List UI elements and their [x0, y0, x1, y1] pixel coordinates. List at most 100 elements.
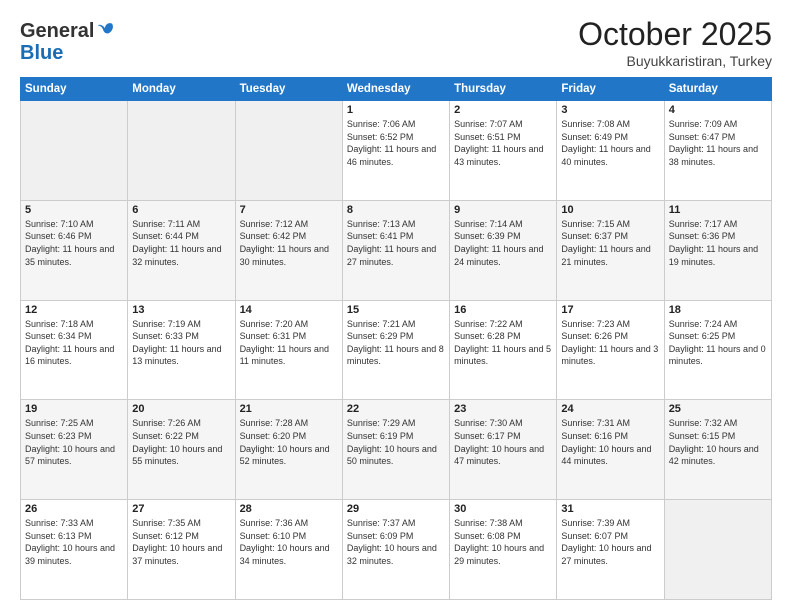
day-info: Sunrise: 7:24 AM Sunset: 6:25 PM Dayligh… — [669, 318, 767, 368]
table-row: 27 Sunrise: 7:35 AM Sunset: 6:12 PM Dayli… — [128, 500, 235, 600]
day-number: 26 — [25, 503, 123, 515]
day-info: Sunrise: 7:15 AM Sunset: 6:37 PM Dayligh… — [561, 218, 659, 268]
table-row: 13 Sunrise: 7:19 AM Sunset: 6:33 PM Dayli… — [128, 300, 235, 400]
table-row: 22 Sunrise: 7:29 AM Sunset: 6:19 PM Dayli… — [342, 400, 449, 500]
col-tuesday: Tuesday — [235, 78, 342, 101]
table-row — [21, 101, 128, 201]
day-info: Sunrise: 7:25 AM Sunset: 6:23 PM Dayligh… — [25, 417, 123, 467]
table-row: 5Sunrise: 7:10 AM Sunset: 6:46 PM Daylig… — [21, 200, 128, 300]
table-row: 28 Sunrise: 7:36 AM Sunset: 6:10 PM Dayli… — [235, 500, 342, 600]
day-info: Sunrise: 7:35 AM Sunset: 6:12 PM Dayligh… — [132, 517, 230, 567]
table-row: 2 Sunrise: 7:07 AM Sunset: 6:51 PM Daylig… — [450, 101, 557, 201]
table-row: 18 Sunrise: 7:24 AM Sunset: 6:25 PM Dayli… — [664, 300, 771, 400]
table-row — [235, 101, 342, 201]
col-wednesday: Wednesday — [342, 78, 449, 101]
day-info: Sunrise: 7:07 AM Sunset: 6:51 PM Dayligh… — [454, 118, 552, 168]
col-saturday: Saturday — [664, 78, 771, 101]
day-number: 28 — [240, 503, 338, 515]
day-number: 14 — [240, 304, 338, 316]
table-row — [664, 500, 771, 600]
day-number: 27 — [132, 503, 230, 515]
table-row: 31 Sunrise: 7:39 AM Sunset: 6:07 PM Dayli… — [557, 500, 664, 600]
day-number: 31 — [561, 503, 659, 515]
table-row: 24 Sunrise: 7:31 AM Sunset: 6:16 PM Dayli… — [557, 400, 664, 500]
table-row: 16 Sunrise: 7:22 AM Sunset: 6:28 PM Dayli… — [450, 300, 557, 400]
day-info: Sunrise: 7:18 AM Sunset: 6:34 PM Dayligh… — [25, 318, 123, 368]
calendar-week-row: 19 Sunrise: 7:25 AM Sunset: 6:23 PM Dayli… — [21, 400, 772, 500]
day-info: Sunrise: 7:23 AM Sunset: 6:26 PM Dayligh… — [561, 318, 659, 368]
day-info: Sunrise: 7:19 AM Sunset: 6:33 PM Dayligh… — [132, 318, 230, 368]
day-info: Sunrise: 7:26 AM Sunset: 6:22 PM Dayligh… — [132, 417, 230, 467]
table-row — [128, 101, 235, 201]
table-row: 25Sunrise: 7:32 AM Sunset: 6:15 PM Dayli… — [664, 400, 771, 500]
day-info: Sunrise: 7:28 AM Sunset: 6:20 PM Dayligh… — [240, 417, 338, 467]
day-number: 17 — [561, 304, 659, 316]
table-row: 10Sunrise: 7:15 AM Sunset: 6:37 PM Dayli… — [557, 200, 664, 300]
day-number: 9 — [454, 204, 552, 216]
table-row: 21 Sunrise: 7:28 AM Sunset: 6:20 PM Dayli… — [235, 400, 342, 500]
day-number: 11 — [669, 204, 767, 216]
day-info: Sunrise: 7:30 AM Sunset: 6:17 PM Dayligh… — [454, 417, 552, 467]
day-number: 2 — [454, 104, 552, 116]
table-row: 26 Sunrise: 7:33 AM Sunset: 6:13 PM Dayli… — [21, 500, 128, 600]
day-info: Sunrise: 7:17 AM Sunset: 6:36 PM Dayligh… — [669, 218, 767, 268]
day-info: Sunrise: 7:20 AM Sunset: 6:31 PM Dayligh… — [240, 318, 338, 368]
day-number: 8 — [347, 204, 445, 216]
day-number: 20 — [132, 403, 230, 415]
title-block: October 2025 Buyukkaristiran, Turkey — [578, 16, 772, 69]
day-number: 22 — [347, 403, 445, 415]
table-row: 15Sunrise: 7:21 AM Sunset: 6:29 PM Dayli… — [342, 300, 449, 400]
day-info: Sunrise: 7:12 AM Sunset: 6:42 PM Dayligh… — [240, 218, 338, 268]
day-number: 13 — [132, 304, 230, 316]
calendar-subtitle: Buyukkaristiran, Turkey — [578, 53, 772, 69]
page: General Blue October 2025 Buyukkaristira… — [0, 0, 792, 612]
calendar-week-row: 1 Sunrise: 7:06 AM Sunset: 6:52 PM Daylig… — [21, 101, 772, 201]
header: General Blue October 2025 Buyukkaristira… — [20, 16, 772, 69]
day-number: 24 — [561, 403, 659, 415]
day-info: Sunrise: 7:09 AM Sunset: 6:47 PM Dayligh… — [669, 118, 767, 168]
table-row: 23Sunrise: 7:30 AM Sunset: 6:17 PM Dayli… — [450, 400, 557, 500]
col-monday: Monday — [128, 78, 235, 101]
day-info: Sunrise: 7:29 AM Sunset: 6:19 PM Dayligh… — [347, 417, 445, 467]
calendar-week-row: 26 Sunrise: 7:33 AM Sunset: 6:13 PM Dayli… — [21, 500, 772, 600]
calendar-title: October 2025 — [578, 16, 772, 53]
day-info: Sunrise: 7:11 AM Sunset: 6:44 PM Dayligh… — [132, 218, 230, 268]
table-row: 7 Sunrise: 7:12 AM Sunset: 6:42 PM Daylig… — [235, 200, 342, 300]
day-info: Sunrise: 7:33 AM Sunset: 6:13 PM Dayligh… — [25, 517, 123, 567]
day-number: 7 — [240, 204, 338, 216]
day-info: Sunrise: 7:21 AM Sunset: 6:29 PM Dayligh… — [347, 318, 445, 368]
table-row: 9 Sunrise: 7:14 AM Sunset: 6:39 PM Daylig… — [450, 200, 557, 300]
day-info: Sunrise: 7:22 AM Sunset: 6:28 PM Dayligh… — [454, 318, 552, 368]
col-sunday: Sunday — [21, 78, 128, 101]
day-number: 12 — [25, 304, 123, 316]
day-info: Sunrise: 7:06 AM Sunset: 6:52 PM Dayligh… — [347, 118, 445, 168]
day-number: 19 — [25, 403, 123, 415]
calendar-week-row: 5Sunrise: 7:10 AM Sunset: 6:46 PM Daylig… — [21, 200, 772, 300]
day-info: Sunrise: 7:39 AM Sunset: 6:07 PM Dayligh… — [561, 517, 659, 567]
day-info: Sunrise: 7:10 AM Sunset: 6:46 PM Dayligh… — [25, 218, 123, 268]
day-info: Sunrise: 7:14 AM Sunset: 6:39 PM Dayligh… — [454, 218, 552, 268]
day-number: 4 — [669, 104, 767, 116]
day-info: Sunrise: 7:13 AM Sunset: 6:41 PM Dayligh… — [347, 218, 445, 268]
table-row: 8 Sunrise: 7:13 AM Sunset: 6:41 PM Daylig… — [342, 200, 449, 300]
day-number: 18 — [669, 304, 767, 316]
calendar-header-row: Sunday Monday Tuesday Wednesday Thursday… — [21, 78, 772, 101]
day-number: 25 — [669, 403, 767, 415]
day-number: 21 — [240, 403, 338, 415]
day-number: 3 — [561, 104, 659, 116]
table-row: 14 Sunrise: 7:20 AM Sunset: 6:31 PM Dayli… — [235, 300, 342, 400]
logo-general-text: General — [20, 20, 94, 42]
table-row: 19 Sunrise: 7:25 AM Sunset: 6:23 PM Dayli… — [21, 400, 128, 500]
logo: General Blue — [20, 20, 114, 64]
table-row: 6 Sunrise: 7:11 AM Sunset: 6:44 PM Daylig… — [128, 200, 235, 300]
day-number: 1 — [347, 104, 445, 116]
table-row: 12 Sunrise: 7:18 AM Sunset: 6:34 PM Dayli… — [21, 300, 128, 400]
day-info: Sunrise: 7:31 AM Sunset: 6:16 PM Dayligh… — [561, 417, 659, 467]
day-info: Sunrise: 7:38 AM Sunset: 6:08 PM Dayligh… — [454, 517, 552, 567]
table-row: 3Sunrise: 7:08 AM Sunset: 6:49 PM Daylig… — [557, 101, 664, 201]
table-row: 20 Sunrise: 7:26 AM Sunset: 6:22 PM Dayli… — [128, 400, 235, 500]
day-number: 6 — [132, 204, 230, 216]
day-number: 16 — [454, 304, 552, 316]
day-info: Sunrise: 7:36 AM Sunset: 6:10 PM Dayligh… — [240, 517, 338, 567]
table-row: 1 Sunrise: 7:06 AM Sunset: 6:52 PM Daylig… — [342, 101, 449, 201]
